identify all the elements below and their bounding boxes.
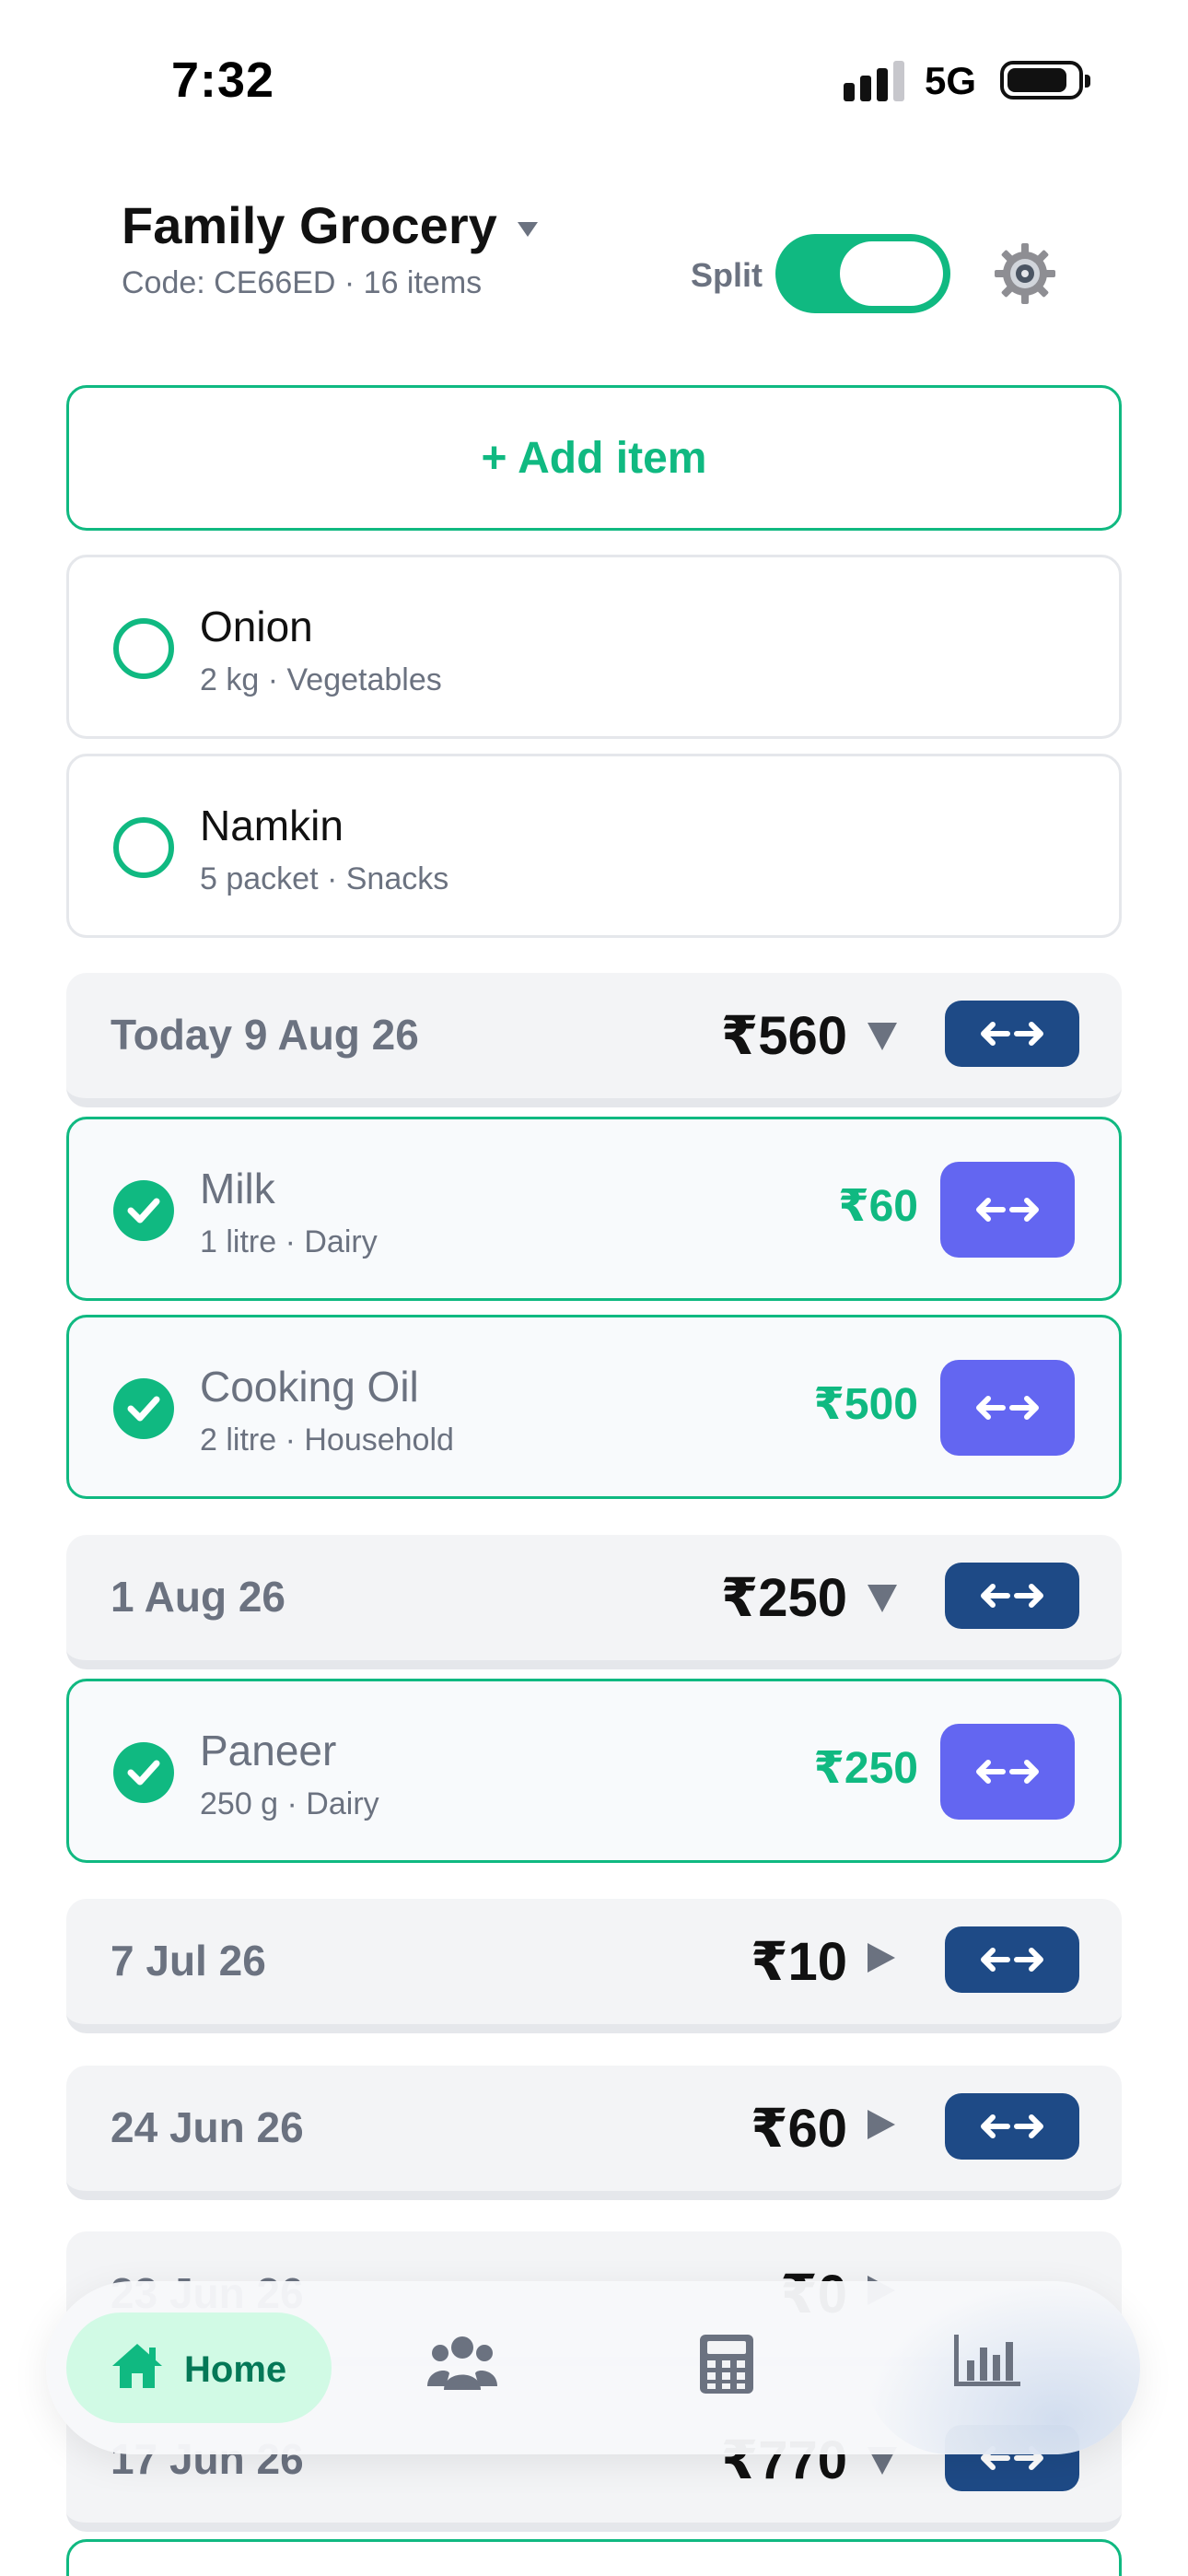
swap-arrows-icon — [981, 1584, 1043, 1608]
list-item[interactable]: Milk 1 litre · Dairy ₹60 — [66, 1117, 1122, 1301]
item-price: ₹500 — [813, 1380, 918, 1429]
item-name: Paneer — [200, 1727, 337, 1774]
expand-caret-icon[interactable] — [868, 1943, 895, 1973]
swap-arrows-icon — [976, 1396, 1039, 1420]
group-total: ₹250 — [720, 1568, 847, 1628]
group-total: ₹10 — [751, 1932, 847, 1992]
swap-item-button[interactable] — [940, 1162, 1075, 1258]
item-name: Milk — [200, 1165, 275, 1212]
signal-icon — [844, 61, 904, 101]
people-icon — [427, 2336, 497, 2390]
checkmark-icon[interactable] — [113, 1742, 174, 1803]
swap-arrows-icon — [981, 1948, 1043, 1972]
item-meta: 5 packet · Snacks — [200, 861, 449, 896]
swap-arrows-icon — [981, 2114, 1043, 2138]
home-icon — [112, 2344, 162, 2388]
swap-group-button[interactable] — [945, 2093, 1079, 2160]
item-name: Cooking Oil — [200, 1363, 419, 1411]
group-total: ₹560 — [720, 1006, 847, 1066]
item-price: ₹60 — [838, 1182, 918, 1231]
group-date: 7 Jul 26 — [111, 1937, 266, 1985]
group-date: 1 Aug 26 — [111, 1573, 286, 1621]
date-group-header[interactable]: 7 Jul 26 ₹10 — [66, 1899, 1122, 2033]
swap-arrows-icon — [981, 1022, 1043, 1046]
checkmark-icon[interactable] — [113, 1180, 174, 1241]
battery-icon — [1000, 61, 1090, 100]
swap-group-button[interactable] — [945, 1926, 1079, 1993]
item-meta: 1 litre · Dairy — [200, 1224, 378, 1259]
bar-chart-icon — [954, 2335, 1020, 2386]
bottom-tab-bar: Home — [46, 2281, 1140, 2454]
checkbox-empty-icon[interactable] — [113, 618, 174, 679]
checkmark-icon[interactable] — [113, 1378, 174, 1439]
tab-stats[interactable] — [952, 2333, 1022, 2393]
add-item-button[interactable]: + Add item — [66, 385, 1122, 531]
collapse-caret-icon[interactable] — [868, 1585, 897, 1612]
gear-icon[interactable] — [993, 241, 1057, 306]
group-total: ₹60 — [751, 2099, 847, 2159]
swap-arrows-icon — [976, 1198, 1039, 1222]
item-price: ₹250 — [813, 1744, 918, 1793]
swap-group-button[interactable] — [945, 1563, 1079, 1629]
list-selector[interactable]: Family Grocery — [122, 195, 538, 255]
list-item[interactable]: Namkin 5 packet · Snacks — [66, 754, 1122, 938]
tab-home[interactable]: Home — [66, 2313, 332, 2423]
status-bar: 7:32 5G — [0, 0, 1188, 147]
item-meta: 2 kg · Vegetables — [200, 662, 442, 697]
swap-group-button[interactable] — [945, 1001, 1079, 1067]
collapse-caret-icon[interactable] — [868, 1023, 897, 1050]
item-meta: 2 litre · Household — [200, 1423, 454, 1458]
list-item[interactable] — [66, 2539, 1122, 2576]
tab-home-label: Home — [184, 2349, 287, 2390]
calculator-icon — [700, 2335, 753, 2394]
swap-item-button[interactable] — [940, 1360, 1075, 1456]
list-title: Family Grocery — [122, 196, 497, 254]
list-item[interactable]: Paneer 250 g · Dairy ₹250 — [66, 1679, 1122, 1863]
group-date: Today 9 Aug 26 — [111, 1011, 419, 1059]
swap-item-button[interactable] — [940, 1724, 1075, 1820]
expand-caret-icon[interactable] — [868, 2110, 895, 2139]
list-item[interactable]: Cooking Oil 2 litre · Household ₹500 — [66, 1315, 1122, 1499]
checkbox-empty-icon[interactable] — [113, 817, 174, 878]
item-meta: 250 g · Dairy — [200, 1786, 379, 1821]
group-date: 24 Jun 26 — [111, 2103, 304, 2151]
tab-calculator[interactable] — [698, 2333, 755, 2400]
list-subtitle: Code: CE66ED · 16 items — [122, 265, 483, 300]
date-group-header[interactable]: 24 Jun 26 ₹60 — [66, 2066, 1122, 2200]
list-item[interactable]: Onion 2 kg · Vegetables — [66, 555, 1122, 739]
swap-arrows-icon — [976, 1760, 1039, 1784]
date-group-header[interactable]: 1 Aug 26 ₹250 — [66, 1535, 1122, 1669]
status-time: 7:32 — [171, 53, 275, 108]
split-label: Split — [691, 256, 763, 294]
item-name: Namkin — [200, 802, 344, 849]
network-label: 5G — [925, 59, 977, 102]
split-toggle[interactable] — [775, 234, 950, 313]
date-group-header[interactable]: Today 9 Aug 26 ₹560 — [66, 973, 1122, 1107]
tab-people[interactable] — [427, 2333, 497, 2396]
caret-down-icon — [517, 221, 538, 237]
item-name: Onion — [200, 603, 313, 650]
